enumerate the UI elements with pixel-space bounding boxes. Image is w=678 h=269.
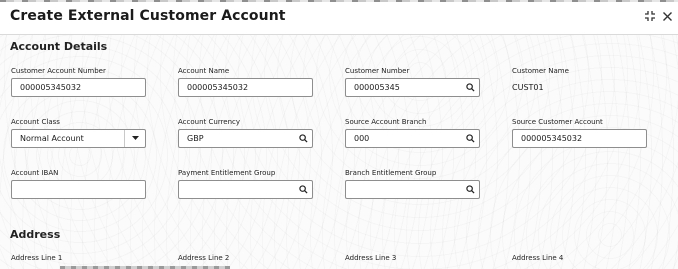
section-title-account-details: Account Details	[10, 40, 108, 53]
customer-number-value: 000005345	[354, 83, 400, 92]
account-name-input[interactable]: 000005345032	[178, 78, 313, 97]
close-icon[interactable]	[659, 8, 675, 24]
account-class-value: Normal Account	[20, 134, 84, 143]
account-currency-value: GBP	[187, 134, 204, 143]
search-icon[interactable]	[294, 130, 312, 147]
source-customer-account-value: 000005345032	[521, 134, 583, 143]
customer-name-value: CUST01	[512, 83, 544, 92]
collapse-icon[interactable]	[642, 8, 658, 24]
label-customer-account-number: Customer Account Number	[11, 67, 106, 75]
customer-number-input[interactable]: 000005345	[345, 78, 480, 97]
account-currency-input[interactable]: GBP	[178, 129, 313, 148]
label-address-line-2: Address Line 2	[178, 254, 230, 262]
label-account-iban: Account IBAN	[11, 169, 59, 177]
account-iban-input[interactable]	[11, 180, 146, 199]
label-address-line-3: Address Line 3	[345, 254, 397, 262]
top-decor-strip	[0, 0, 678, 2]
customer-account-number-input[interactable]: 000005345032	[11, 78, 146, 97]
label-account-currency: Account Currency	[178, 118, 241, 126]
customer-account-number-value: 000005345032	[20, 83, 82, 92]
dialog-header: Create External Customer Account	[0, 0, 678, 34]
account-name-value: 000005345032	[187, 83, 249, 92]
search-icon[interactable]	[461, 181, 479, 198]
payment-entitlement-group-input[interactable]	[178, 180, 313, 199]
label-account-class: Account Class	[11, 118, 60, 126]
search-icon[interactable]	[294, 181, 312, 198]
label-source-account-branch: Source Account Branch	[345, 118, 427, 126]
caret-down-icon[interactable]	[124, 130, 145, 147]
source-account-branch-input[interactable]: 000	[345, 129, 480, 148]
label-customer-name: Customer Name	[512, 67, 569, 75]
label-account-name: Account Name	[178, 67, 230, 75]
label-branch-entitlement-group: Branch Entitlement Group	[345, 169, 437, 177]
label-source-customer-account: Source Customer Account	[512, 118, 603, 126]
search-icon[interactable]	[461, 130, 479, 147]
source-customer-account-input[interactable]: 000005345032	[512, 129, 647, 148]
label-address-line-1: Address Line 1	[11, 254, 63, 262]
section-title-address: Address	[10, 228, 61, 241]
label-payment-entitlement-group: Payment Entitlement Group	[178, 169, 276, 177]
account-class-select[interactable]: Normal Account	[11, 129, 146, 148]
label-address-line-4: Address Line 4	[512, 254, 564, 262]
label-customer-number: Customer Number	[345, 67, 410, 75]
source-account-branch-value: 000	[354, 134, 370, 143]
dialog-title: Create External Customer Account	[10, 8, 286, 24]
branch-entitlement-group-input[interactable]	[345, 180, 480, 199]
search-icon[interactable]	[461, 79, 479, 96]
